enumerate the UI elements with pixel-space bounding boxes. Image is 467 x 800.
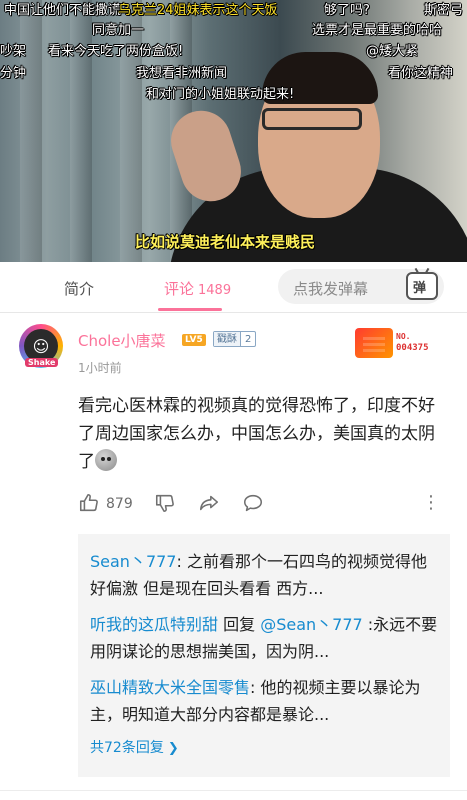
avatar[interactable]: ☺ Shake	[19, 324, 63, 368]
reply-username[interactable]: 巫山精致大米全国零售	[90, 678, 250, 697]
fan-medal-level: 2	[240, 332, 255, 346]
share-icon[interactable]	[198, 492, 220, 514]
danmaku-comment: 我想看非洲新闻	[136, 66, 228, 81]
danmaku-comment: 够了吗?	[324, 3, 370, 18]
danmaku-comment: 看你这精神	[388, 66, 454, 81]
divider	[0, 790, 467, 791]
view-all-replies-label: 共72条回复	[90, 740, 164, 756]
like-count: 879	[106, 496, 133, 512]
danmaku-comment: 选票才是最重要的哈哈	[312, 23, 443, 38]
user-level-badge: LV5	[182, 334, 206, 346]
reply-username[interactable]: 听我的这瓜特别甜	[90, 615, 218, 634]
comment-text-content: 看完心医林霖的视频真的觉得恐怖了，印度不好了周边国家怎么办，中国怎么办，美国真的…	[78, 396, 435, 472]
reply-bubble-icon[interactable]	[242, 492, 264, 514]
danmaku-comment: 看来今天吃了两份盒饭!	[48, 44, 184, 59]
reply-item[interactable]: 听我的这瓜特别甜 回复 @Sean丶777 :永远不要用阴谋论的思想揣美国，因为…	[90, 611, 438, 665]
thumbs-down-icon[interactable]	[154, 492, 176, 514]
curtain-fold	[70, 0, 92, 262]
reply-item[interactable]: 巫山精致大米全国零售: 他的视频主要以暴论为主，明知道大部分内容都是暴论...	[90, 674, 438, 728]
danmu-input[interactable]: 点我发弹幕 弹	[278, 269, 444, 304]
tab-comments-label: 评论	[164, 280, 195, 298]
comment-username[interactable]: Chole小唐菜	[78, 330, 166, 351]
garb-number: 004375	[396, 343, 429, 353]
danmaku-comment: 同意加一	[92, 23, 145, 38]
comment-actions: 879 ⋮	[78, 492, 450, 516]
reply-mid-label: 回复	[218, 615, 261, 634]
comment-time: 1小时前	[78, 361, 122, 375]
fan-medal-name: 戳酥	[214, 332, 240, 346]
danmaku-comment: 中国让他们不能撒谎	[4, 3, 122, 18]
danmaku-comment: @矮大紧	[366, 44, 419, 59]
danmaku-comment: 和对门的小姐姐联动起来!	[146, 87, 295, 102]
video-subtitle: 比如说莫迪老仙本来是贱民	[135, 233, 316, 251]
danmu-toggle-icon[interactable]: 弹	[406, 272, 438, 300]
comment-text: 看完心医林霖的视频真的觉得恐怖了，印度不好了周边国家怎么办，中国怎么办，美国真的…	[78, 392, 450, 476]
avatar-tag: Shake	[25, 358, 59, 367]
view-all-replies-link[interactable]: 共72条回复 ❯	[90, 737, 438, 757]
curtain-fold	[120, 0, 142, 262]
emoji-icon	[95, 449, 117, 471]
active-tab-indicator	[158, 308, 222, 311]
tab-intro[interactable]: 简介	[64, 278, 94, 299]
fan-medal-badge[interactable]: 戳酥 2	[213, 331, 257, 347]
video-person-glasses	[262, 108, 362, 130]
comment-count: 1489	[198, 283, 232, 298]
reply-username[interactable]: Sean丶777	[90, 552, 177, 571]
danmu-placeholder: 点我发弹幕	[293, 280, 369, 298]
reply-item[interactable]: Sean丶777: 之前看那个一石四鸟的视频觉得他好偏激 但是现在回头看看 西方…	[90, 548, 438, 602]
thumbs-up-icon[interactable]	[78, 492, 100, 514]
chevron-right-icon: ❯	[167, 741, 179, 756]
danmu-toggle-label: 弹	[413, 281, 427, 296]
danmaku-comment: 乌克兰24姐妹表示这个天饭	[118, 3, 278, 18]
curtain-fold	[20, 0, 42, 262]
replies-panel[interactable]: Sean丶777: 之前看那个一石四鸟的视频觉得他好偏激 但是现在回头看看 西方…	[78, 534, 450, 777]
garb-no-label: NO.	[396, 332, 411, 341]
danmaku-comment: 吵架	[0, 44, 27, 59]
tab-comments[interactable]: 评论 1489	[164, 278, 231, 299]
garb-card-badge[interactable]: NO. 004375	[355, 328, 453, 358]
reply-mention[interactable]: @Sean丶777	[260, 615, 363, 634]
garb-card-art	[355, 328, 393, 358]
danmaku-comment: 分钟	[0, 66, 27, 81]
video-player[interactable]: 中国让他们不能撒谎 乌克兰24姐妹表示这个天饭 够了吗? 斯密弓 同意加一 选票…	[0, 0, 467, 262]
more-options-icon[interactable]: ⋮	[422, 492, 440, 514]
danmaku-comment: 斯密弓	[424, 3, 464, 18]
